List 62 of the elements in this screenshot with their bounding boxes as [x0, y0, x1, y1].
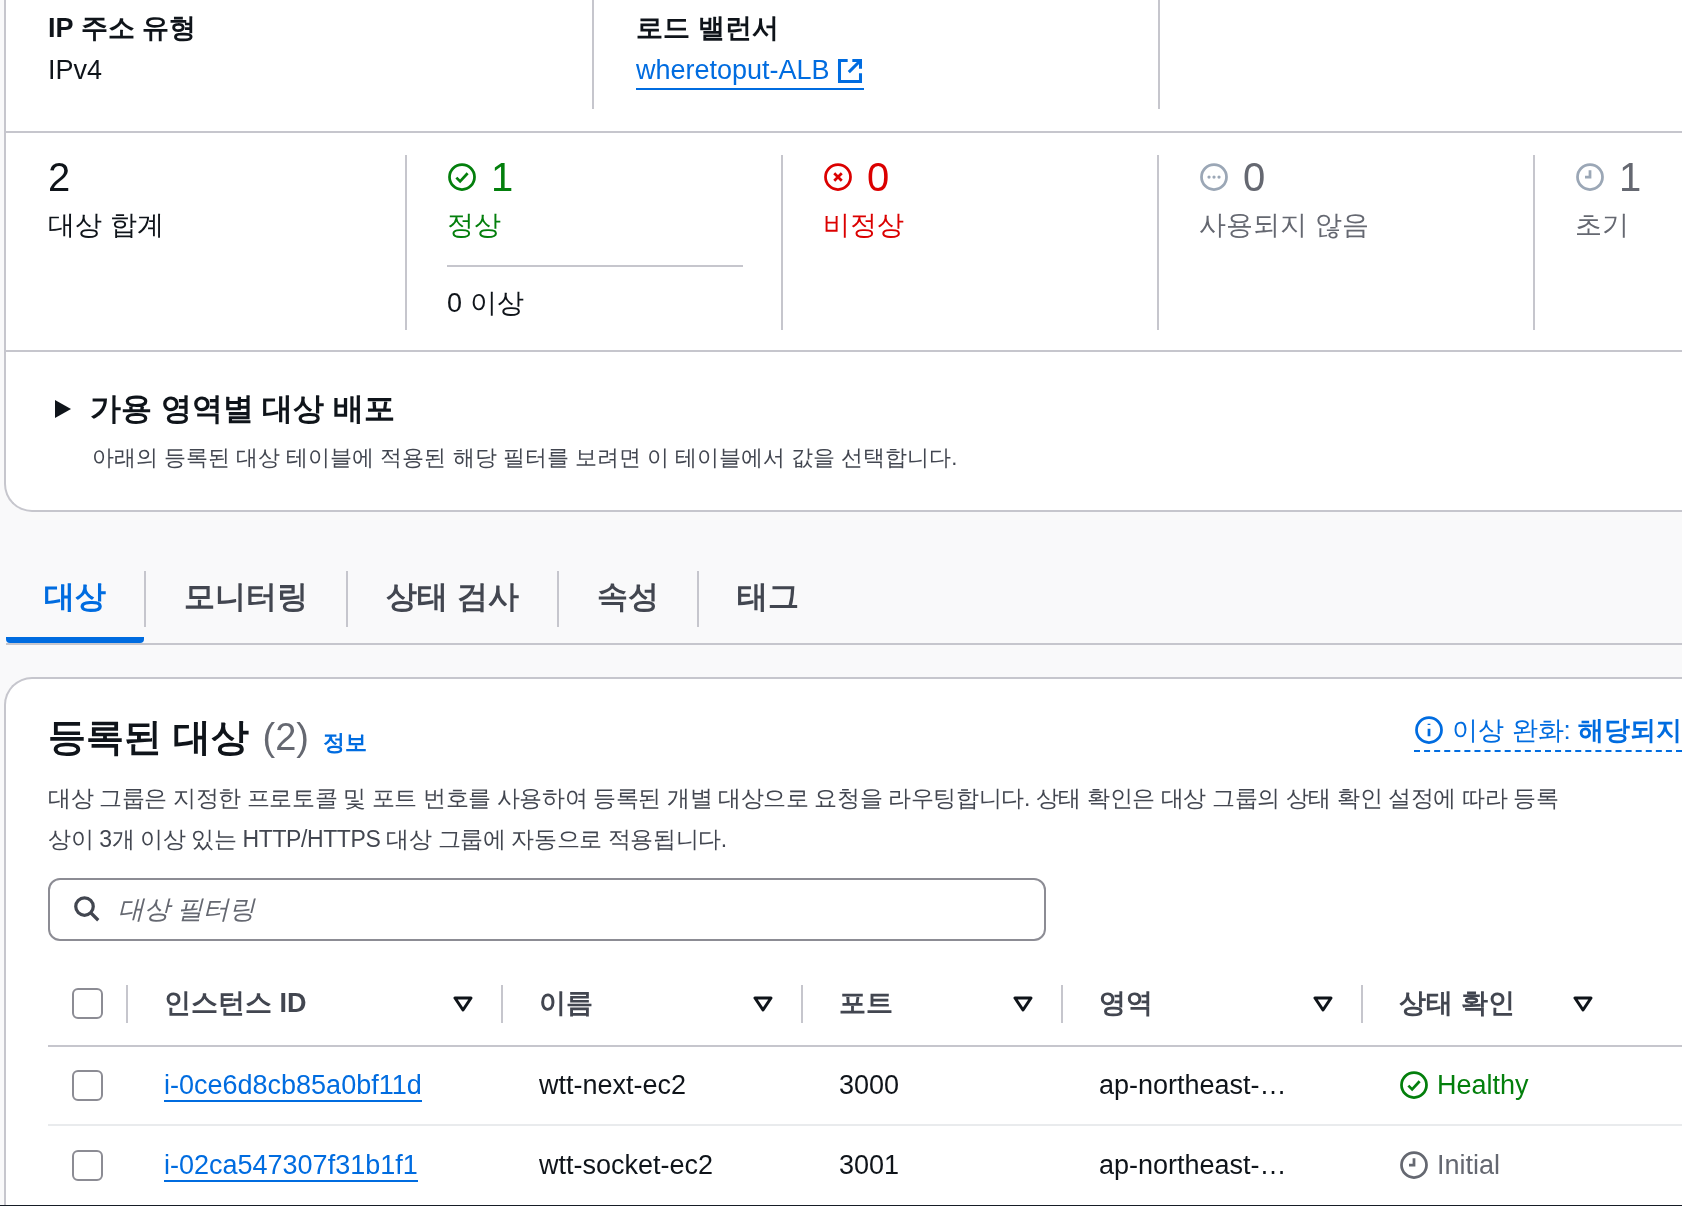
filter-field[interactable]: 대상 필터링 — [48, 877, 1046, 941]
search-icon — [72, 894, 102, 924]
column-header[interactable]: 영역 — [1099, 983, 1153, 1024]
column-header[interactable]: 상태 확인 — [1399, 983, 1515, 1024]
x-circle-icon — [823, 162, 853, 192]
tab[interactable]: 모니터링 — [146, 564, 346, 643]
detail-value: IPv4 — [48, 53, 103, 87]
check-circle-icon — [1399, 1070, 1429, 1100]
check-circle-icon — [447, 162, 477, 192]
dots-circle-icon — [1199, 162, 1229, 192]
stat-label: 비정상 — [823, 209, 904, 242]
external-link-icon — [835, 56, 864, 85]
section-description: 대상 그룹은 지정한 프로토콜 및 포트 번호를 사용하여 등록된 개별 대상으로 요청을 라우팅합니다. 상태 확인은 대상 그룹의 상태 확인 설정에 따라 등록 — [48, 783, 1559, 813]
table-cell: 3000 — [839, 1069, 900, 1100]
detail-label: IP 주소 유형 — [48, 12, 197, 45]
info-link[interactable]: 정보 — [323, 725, 367, 759]
info-icon — [1414, 715, 1445, 745]
table-cell: wtt-next-ec2 — [539, 1069, 687, 1100]
stat-sublabel: 0 이상 — [447, 287, 524, 318]
clock-icon — [1399, 1150, 1429, 1180]
instance-id-link[interactable]: i-02ca547307f31b1f1 — [164, 1149, 418, 1182]
detail-label: 로드 밸런서 — [636, 12, 779, 45]
instance-id-link[interactable]: i-0ce6d8cb85a0bf11d — [164, 1069, 422, 1102]
health-status: Initial — [1437, 1148, 1501, 1182]
distribution-description: 아래의 등록된 대상 테이블에 적용된 해당 필터를 보려면 이 테이블에서 값을 선택합니다. — [92, 443, 958, 472]
sort-caret-icon[interactable] — [753, 995, 773, 1012]
filter-input[interactable]: 대상 필터링 — [118, 889, 1022, 929]
column-header[interactable]: 이름 — [539, 983, 593, 1024]
sort-caret-icon[interactable] — [1313, 995, 1333, 1012]
stat-label: 대상 합계 — [48, 209, 164, 242]
column-header[interactable]: 인스턴스 ID — [164, 983, 307, 1024]
table-cell: ap-northeast-… — [1099, 1069, 1287, 1100]
stat-count: 0 — [1243, 157, 1266, 197]
stat-count: 2 — [48, 157, 71, 197]
stat-count: 1 — [1619, 157, 1642, 197]
sort-caret-icon[interactable] — [453, 995, 473, 1012]
section-title: 등록된 대상 — [48, 714, 249, 760]
checkbox[interactable] — [72, 988, 103, 1019]
stat-count: 0 — [867, 157, 890, 197]
sort-caret-icon[interactable] — [1573, 995, 1593, 1012]
stat-label: 정상 — [447, 209, 501, 242]
table-cell: wtt-socket-ec2 — [539, 1149, 714, 1180]
caret-icon — [54, 399, 72, 420]
tab[interactable]: 태그 — [698, 564, 837, 643]
checkbox[interactable] — [72, 1069, 103, 1101]
table-cell: ap-northeast-… — [1099, 1149, 1287, 1180]
table-cell: 3001 — [839, 1149, 900, 1180]
tab[interactable]: 상태 검사 — [348, 564, 557, 643]
health-status: Healthy — [1437, 1068, 1529, 1102]
sort-caret-icon[interactable] — [1013, 995, 1033, 1012]
stat-count: 1 — [491, 157, 514, 197]
checkbox[interactable] — [72, 1149, 103, 1181]
section-description: 상이 3개 이상 있는 HTTP/HTTPS 대상 그룹에 자동으로 적용됩니다. — [48, 824, 727, 854]
stat-label: 초기 — [1575, 209, 1629, 242]
stat-label: 사용되지 않음 — [1199, 209, 1369, 242]
anomaly-mitigation-link[interactable]: 이상 완화: 해당되지 — [1414, 710, 1682, 752]
distribution-toggle[interactable]: 가용 영역별 대상 배포 — [54, 386, 395, 433]
tab[interactable]: 속성 — [558, 564, 697, 643]
column-header[interactable]: 포트 — [839, 983, 893, 1024]
target-count: (2) — [262, 714, 309, 760]
clock-icon — [1575, 162, 1605, 192]
load-balancer-link[interactable]: wheretoput-ALB — [636, 53, 864, 90]
